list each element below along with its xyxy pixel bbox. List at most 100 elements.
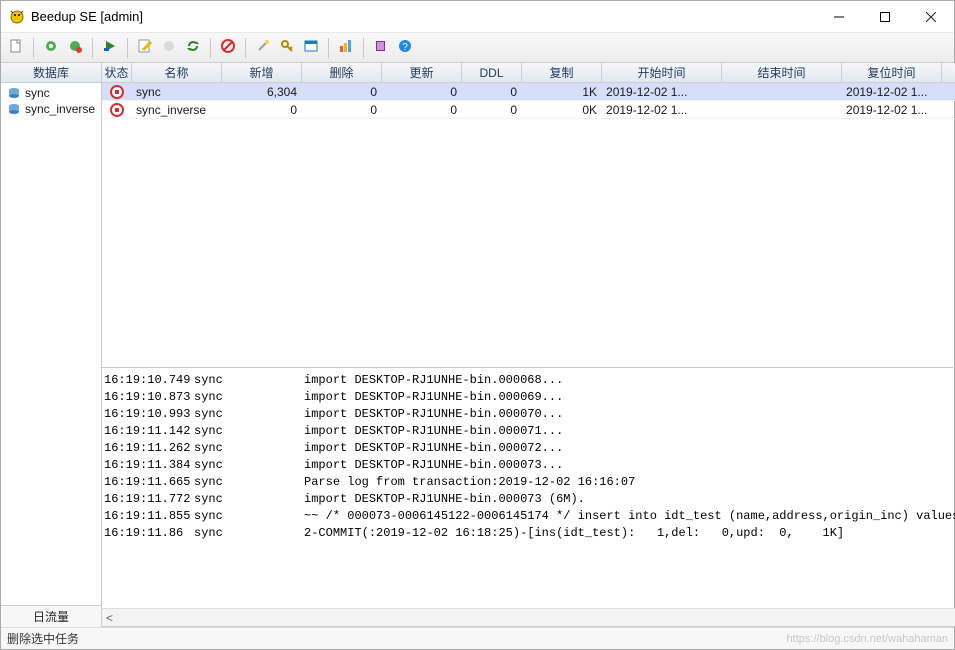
help-book-icon [373,38,389,57]
log-line: 16:19:11.142syncimport DESKTOP-RJ1UNHE-b… [104,423,955,440]
close-button[interactable] [908,2,954,32]
circle-grey-button[interactable] [158,37,180,59]
column-header[interactable]: 开始时间 [602,63,722,82]
watermark: https://blog.csdn.net/wahahaman [787,633,948,645]
log-source: sync [194,440,304,457]
no-entry-button[interactable] [217,37,239,59]
log-line: 16:19:11.384syncimport DESKTOP-RJ1UNHE-b… [104,457,955,474]
reset-cell: 2019-12-02 1... [842,101,942,118]
scroll-left-icon[interactable]: < [106,611,113,625]
tree-item[interactable]: sync_inverse [1,101,101,117]
log-line: 16:19:11.855sync~~ /* 000073-0006145122-… [104,508,955,525]
column-header[interactable]: 删除 [302,63,382,82]
sync-green-button[interactable] [182,37,204,59]
column-header[interactable]: 结束时间 [722,63,842,82]
status-cell [102,101,132,118]
column-header[interactable]: DDL [462,63,522,82]
column-header[interactable]: 复制 [522,63,602,82]
column-header[interactable]: 复位时间 [842,63,942,82]
log-line: 16:19:11.665syncParse log from transacti… [104,474,955,491]
gear-red-icon [67,38,83,57]
gear-green-button[interactable] [40,37,62,59]
tree-item-label: sync [25,86,50,100]
window-icon [303,38,319,57]
help-question-button[interactable]: ? [394,37,416,59]
toolbar-separator [127,38,128,58]
log-line: 16:19:11.262syncimport DESKTOP-RJ1UNHE-b… [104,440,955,457]
left-panel-header: 数据库 [1,63,101,83]
start-cell: 2019-12-02 1... [602,101,722,118]
end-cell [722,83,842,100]
database-icon [7,102,21,116]
log-timestamp: 16:19:11.384 [104,457,194,474]
toolbar-separator [245,38,246,58]
minimize-button[interactable] [816,2,862,32]
stopped-icon [110,85,124,99]
key-button[interactable] [276,37,298,59]
log-message: import DESKTOP-RJ1UNHE-bin.000072... [304,440,955,457]
log-line: 16:19:10.873syncimport DESKTOP-RJ1UNHE-b… [104,389,955,406]
log-source: sync [194,372,304,389]
task-grid[interactable]: 状态名称新增删除更新DDL复制开始时间结束时间复位时间 sync6,304000… [102,63,955,368]
gear-green-icon [43,38,59,57]
table-row[interactable]: sync6,3040001K2019-12-02 1...2019-12-02 … [102,83,955,101]
column-header[interactable]: 新增 [222,63,302,82]
start-cell: 2019-12-02 1... [602,83,722,100]
log-source: sync [194,525,304,542]
copy-cell: 0K [522,101,602,118]
tree-item-label: sync_inverse [25,102,95,116]
log-message: 2-COMMIT(:2019-12-02 16:18:25)-[ins(idt_… [304,525,955,542]
reset-cell: 2019-12-02 1... [842,83,942,100]
column-header[interactable]: 更新 [382,63,462,82]
play-green-button[interactable] [99,37,121,59]
ddl-cell: 0 [462,101,522,118]
log-line: 16:19:11.86sync2-COMMIT(:2019-12-02 16:1… [104,525,955,542]
log-message: Parse log from transaction:2019-12-02 16… [304,474,955,491]
help-book-button[interactable] [370,37,392,59]
new-doc-button[interactable] [5,37,27,59]
wand-button[interactable] [252,37,274,59]
tree-item[interactable]: sync [1,85,101,101]
new-doc-icon [8,38,24,57]
toolbar: ? [1,33,954,63]
column-header[interactable]: 状态 [102,63,132,82]
circle-grey-icon [161,38,177,57]
copy-cell: 1K [522,83,602,100]
upd-cell: 0 [382,101,462,118]
maximize-button[interactable] [862,2,908,32]
log-timestamp: 16:19:10.993 [104,406,194,423]
log-timestamp: 16:19:11.772 [104,491,194,508]
log-pane: 16:19:10.749syncimport DESKTOP-RJ1UNHE-b… [102,368,955,627]
database-tree[interactable]: sync sync_inverse [1,83,101,605]
status-cell [102,83,132,100]
grid-header: 状态名称新增删除更新DDL复制开始时间结束时间复位时间 [102,63,955,83]
log-scrollbar[interactable]: < > [102,608,955,626]
new-cell: 0 [222,101,302,118]
sync-green-icon [185,38,201,57]
log-source: sync [194,474,304,491]
log-timestamp: 16:19:11.86 [104,525,194,542]
key-icon [279,38,295,57]
table-row[interactable]: sync_inverse00000K2019-12-02 1...2019-12… [102,101,955,119]
del-cell: 0 [302,83,382,100]
toolbar-separator [33,38,34,58]
status-text: 删除选中任务 [7,630,79,647]
log-source: sync [194,457,304,474]
chart-bars-button[interactable] [335,37,357,59]
log-timestamp: 16:19:11.142 [104,423,194,440]
log-line: 16:19:10.749syncimport DESKTOP-RJ1UNHE-b… [104,372,955,389]
log-source: sync [194,389,304,406]
column-header[interactable]: 名称 [132,63,222,82]
stopped-icon [110,103,124,117]
window-title: Beedup SE [admin] [31,9,143,24]
gear-red-button[interactable] [64,37,86,59]
edit-pencil-button[interactable] [134,37,156,59]
log-message: import DESKTOP-RJ1UNHE-bin.000070... [304,406,955,423]
left-panel: 数据库 syncsync_inverse 日流量 [1,63,102,627]
help-question-icon: ? [397,38,413,57]
window-button[interactable] [300,37,322,59]
ddl-cell: 0 [462,83,522,100]
log-message: import DESKTOP-RJ1UNHE-bin.000069... [304,389,955,406]
log-content[interactable]: 16:19:10.749syncimport DESKTOP-RJ1UNHE-b… [102,368,955,608]
upd-cell: 0 [382,83,462,100]
